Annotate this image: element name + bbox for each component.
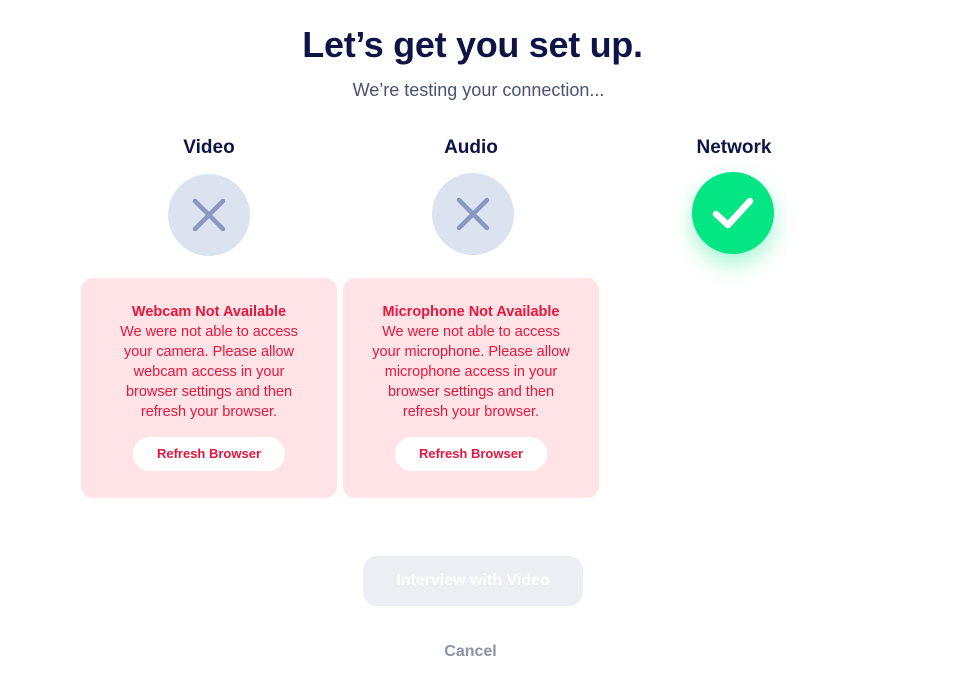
x-icon — [456, 197, 490, 231]
network-status-indicator — [692, 172, 774, 254]
webcam-error-card: Webcam Not Available We were not able to… — [81, 278, 337, 498]
webcam-error-title: Webcam Not Available — [131, 304, 287, 320]
audio-check-label: Audio — [444, 137, 498, 158]
checkmark-icon — [712, 197, 754, 229]
page-subtitle: We’re testing your connection... — [352, 80, 605, 100]
page-title: Let’s get you set up. — [302, 24, 643, 65]
cancel-link[interactable]: Cancel — [0, 643, 941, 661]
microphone-error-title: Microphone Not Available — [382, 304, 560, 320]
microphone-error-card: Microphone Not Available We were not abl… — [343, 278, 599, 498]
webcam-error-message: We were not able to access your camera. … — [120, 324, 298, 420]
video-status-indicator — [168, 174, 250, 256]
x-icon — [192, 198, 226, 232]
refresh-browser-button[interactable]: Refresh Browser — [395, 437, 547, 471]
video-check-label: Video — [183, 137, 235, 158]
interview-with-video-button[interactable]: Interview with Video — [363, 556, 583, 606]
audio-status-indicator — [432, 173, 514, 255]
refresh-browser-button[interactable]: Refresh Browser — [133, 437, 285, 471]
network-check-label: Network — [696, 137, 772, 158]
microphone-error-message: We were not able to access your micropho… — [372, 324, 570, 420]
